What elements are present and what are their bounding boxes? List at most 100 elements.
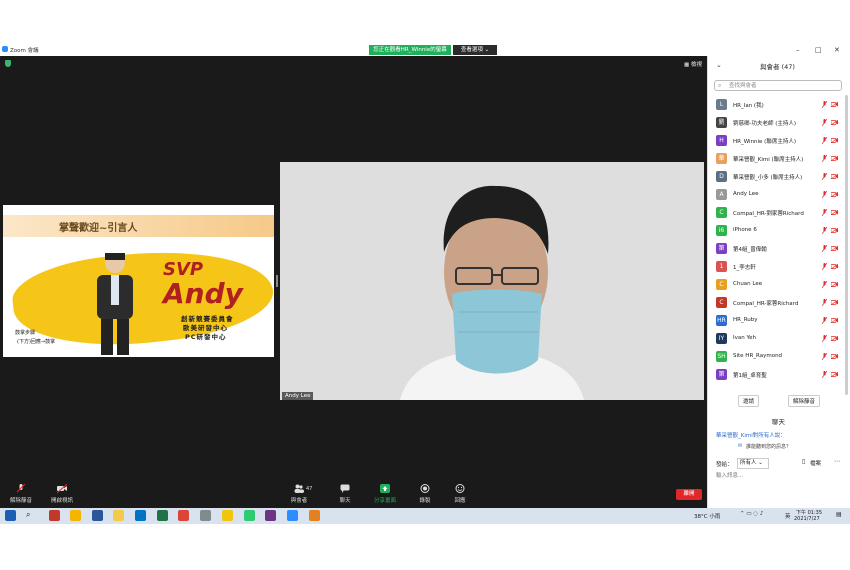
clock-date[interactable]: 2021/7/27 <box>794 516 820 522</box>
tray-icons[interactable]: ⌃ ▭ ◌ ♪ <box>740 511 763 517</box>
file-explorer-icon[interactable] <box>113 510 124 521</box>
mic-muted-icon <box>822 317 827 324</box>
chat-input[interactable]: 輸入訊息... <box>716 471 743 479</box>
participant-row[interactable]: 劉劉慈卿-功夫老師 (主持人) <box>712 114 844 132</box>
mic-muted-icon <box>822 119 827 126</box>
reactions-label: 回應 <box>454 498 466 504</box>
chrome-window-icon[interactable] <box>178 510 189 521</box>
smiley-icon <box>455 484 465 493</box>
clock-time[interactable]: 下午 01:35 <box>796 509 822 516</box>
mic-muted-icon <box>822 281 827 288</box>
leave-meeting-button[interactable]: 離開 <box>676 489 702 500</box>
chat-label: 聊天 <box>339 498 351 504</box>
weather-widget[interactable]: 38°C 小雨 <box>694 512 720 520</box>
participant-row[interactable]: SH Site HR_Raymond <box>712 348 844 366</box>
participant-name: 第4組_曾偉翰 <box>733 247 767 253</box>
view-options-button[interactable]: 查看選項 ⌄ <box>453 45 497 55</box>
record-button[interactable]: 錄製 <box>417 484 433 504</box>
line-icon[interactable] <box>244 510 255 521</box>
video-off-icon <box>831 264 838 269</box>
participant-row[interactable]: 第第4組_曾偉翰 <box>712 240 844 258</box>
mic-muted-icon <box>822 191 827 198</box>
participant-row[interactable]: HR HR_Ruby <box>712 312 844 330</box>
windows-start-icon[interactable] <box>5 510 16 521</box>
participant-row[interactable]: C Compal_HR-劉家蓉Richard <box>712 204 844 222</box>
video-off-icon <box>831 192 838 197</box>
share-screen-button[interactable]: 分享畫面 <box>372 484 398 504</box>
mute-button[interactable]: 解除靜音 <box>8 484 34 504</box>
chevron-down-icon[interactable]: ⌄ <box>716 61 722 69</box>
record-icon <box>420 484 430 493</box>
participant-search-input[interactable]: 查找與會者 <box>714 80 842 91</box>
excel-icon[interactable] <box>157 510 168 521</box>
avatar: H <box>716 135 727 146</box>
word-icon[interactable] <box>92 510 103 521</box>
participant-row[interactable]: 第第1組_卓育聖 <box>712 366 844 384</box>
outlook-icon[interactable] <box>135 510 146 521</box>
participants-count: 47 <box>306 486 313 492</box>
participant-scrollbar[interactable] <box>845 95 848 395</box>
participant-row[interactable]: C Chuan Lee <box>712 276 844 294</box>
maximize-button[interactable]: □ <box>815 46 822 54</box>
split-divider-handle[interactable] <box>276 275 278 287</box>
mic-muted-icon <box>822 353 827 360</box>
invite-button[interactable]: 邀請 <box>738 395 760 407</box>
more-icon[interactable]: ⋯ <box>834 458 840 465</box>
browser-icon[interactable] <box>309 510 320 521</box>
participant-name: HR_Ian (我) <box>733 103 764 109</box>
record-label: 錄製 <box>419 498 431 504</box>
powerpoint-icon[interactable] <box>49 510 60 521</box>
avatar: IY <box>716 333 727 344</box>
send-to-label: 發給： <box>716 462 733 468</box>
sticky-notes-icon[interactable] <box>222 510 233 521</box>
participant-name: 華采營觀_小多 (聯席主持人) <box>733 175 803 181</box>
participant-name: 第1組_卓育聖 <box>733 373 767 379</box>
participant-name: iPhone 6 <box>733 227 757 233</box>
teams-icon[interactable] <box>265 510 276 521</box>
security-shield-icon[interactable] <box>5 60 11 67</box>
notification-icon[interactable]: ▤ <box>836 511 842 518</box>
mic-muted-icon <box>822 335 827 342</box>
participant-row[interactable]: IY Ivan Yeh <box>712 330 844 348</box>
participant-row[interactable]: A Andy Lee <box>712 186 844 204</box>
mic-muted-icon <box>822 263 827 270</box>
avatar: SH <box>716 351 727 362</box>
view-button[interactable]: ▦ 檢視 <box>684 60 702 68</box>
chat-button[interactable]: 聊天 <box>336 484 354 504</box>
zoom-taskbar-icon[interactable] <box>287 510 298 521</box>
participant-row[interactable]: i6 iPhone 6 <box>712 222 844 240</box>
participant-row[interactable]: D 華采營觀_小多 (聯席主持人) <box>712 168 844 186</box>
participant-row[interactable]: 華華采營觀_Kimi (聯席主持人) <box>712 150 844 168</box>
minimize-button[interactable]: – <box>796 46 800 54</box>
participant-row[interactable]: C Compal_HR-家蓉Richard <box>712 294 844 312</box>
participant-row[interactable]: L HR_Ian (我) <box>712 96 844 114</box>
share-banner: 您正在觀看HR_Winnie的螢幕 <box>369 45 451 55</box>
file-button[interactable]: 檔案 <box>810 459 821 467</box>
slide-name-text: Andy <box>163 277 243 310</box>
unmute-all-button[interactable]: 解除靜音 <box>788 395 821 407</box>
app-icon[interactable] <box>200 510 211 521</box>
participant-name: Andy Lee <box>733 191 759 197</box>
share-screen-icon <box>380 484 390 493</box>
avatar: 1 <box>716 261 727 272</box>
video-off-icon <box>831 102 838 107</box>
close-button[interactable]: ✕ <box>834 46 840 54</box>
video-off-icon <box>831 336 838 341</box>
speaker-video <box>280 162 704 400</box>
participant-row[interactable]: 1 1_李志軒 <box>712 258 844 276</box>
mic-muted-icon <box>822 137 827 144</box>
file-icon[interactable]: ▯ <box>802 458 805 465</box>
chrome-icon[interactable] <box>70 510 81 521</box>
video-label: 開啟視訊 <box>50 498 73 504</box>
slide-welcome-text: 掌聲歡迎~引言人 <box>59 223 138 234</box>
mute-label: 解除靜音 <box>9 498 32 504</box>
participant-name: Compal_HR-劉家蓉Richard <box>733 211 804 217</box>
input-language[interactable]: 英 <box>785 512 791 520</box>
recipient-select[interactable]: 所有人 ⌄ <box>737 458 769 469</box>
reactions-button[interactable]: 回應 <box>452 484 468 504</box>
video-off-icon <box>831 354 838 359</box>
participant-row[interactable]: H HR_Winnie (聯席主持人) <box>712 132 844 150</box>
search-icon[interactable]: ⌕ <box>26 510 37 521</box>
share-screen-label: 分享畫面 <box>373 498 396 504</box>
video-button[interactable]: 開啟視訊 <box>49 484 75 504</box>
